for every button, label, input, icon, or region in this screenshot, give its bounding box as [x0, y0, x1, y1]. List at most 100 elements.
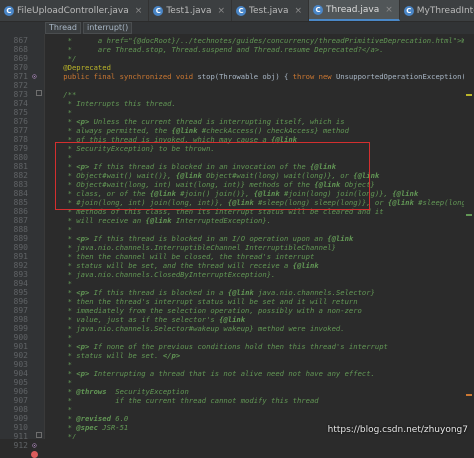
code-token: * then the channel will be closed, the t…	[46, 252, 315, 261]
code-token: <p>	[76, 288, 90, 297]
line-number: 912	[13, 441, 28, 450]
code-token: */	[46, 54, 77, 63]
scroll-marker	[466, 94, 472, 96]
code-token: {@link	[387, 198, 414, 207]
code-token: {@link	[327, 234, 354, 243]
code-token: *	[46, 117, 77, 126]
code-token: *	[46, 369, 77, 378]
tab-mythreadinterrupted-java[interactable]: CMyThreadInterrupted.java×	[400, 0, 474, 21]
code-token: @spec	[76, 423, 98, 432]
code-token: * status will be set, and the thread wil…	[46, 261, 293, 270]
code-editor[interactable]: * a href="{@docRoot}/../technotes/guides…	[46, 34, 474, 439]
code-token: JSR-51	[97, 423, 129, 432]
code-token: *	[46, 234, 77, 243]
code-token: *	[46, 423, 77, 432]
code-token: #checkAccess() checkAccess} method	[197, 126, 349, 135]
scroll-marker	[466, 394, 472, 396]
code-token: *	[46, 288, 77, 297]
code-token: <p>	[76, 369, 90, 378]
class-icon: C	[153, 5, 164, 16]
code-token: *	[46, 414, 77, 423]
class-icon: C	[313, 4, 324, 15]
code-token: UnsupportedOperationException(); }	[335, 72, 474, 81]
class-icon: C	[4, 5, 14, 16]
code-token: stop(Throwable obj)	[197, 72, 285, 81]
code-token: Interrupting a thread that is not alive …	[89, 369, 375, 378]
class-icon: C	[236, 5, 247, 16]
code-token: {@link	[392, 189, 419, 198]
close-tab-icon[interactable]: ×	[135, 6, 143, 16]
editor-scrollbar[interactable]	[464, 34, 474, 439]
close-tab-icon[interactable]: ×	[217, 6, 225, 16]
code-token: *	[46, 342, 77, 351]
code-token: *	[46, 387, 77, 396]
tab-label: Thread.java	[326, 4, 380, 15]
override-marker-icon[interactable]: ⊙	[32, 441, 37, 451]
code-token: {	[284, 72, 293, 81]
breakpoint-icon[interactable]	[31, 451, 38, 458]
code-token: * immediately from the selection operati…	[46, 306, 362, 315]
tab-test1-java[interactable]: C Test1.java ×	[149, 0, 233, 21]
code-token: @revised	[76, 414, 111, 423]
code-token: If this thread is blocked in a	[89, 288, 228, 297]
code-token: * value, just as if the selector's	[46, 315, 220, 324]
tab-test-java[interactable]: C Test.java ×	[232, 0, 310, 21]
code-token: * status will be set.	[46, 351, 163, 360]
code-token: 6.0	[110, 414, 129, 423]
code-token: public final synchronized void	[46, 72, 198, 81]
code-token: * then the thread's interrupt status wil…	[46, 297, 358, 306]
code-token: SecurityException	[106, 387, 189, 396]
breadcrumb-item-method[interactable]: interrupt()	[82, 22, 133, 34]
code-token: * Interrupts this thread.	[46, 99, 176, 108]
override-marker-icon[interactable]: ⊙	[32, 72, 37, 82]
code-token: *	[46, 225, 72, 234]
code-token: java.nio.channels.Selector}	[253, 288, 375, 297]
code-token: *	[46, 333, 72, 342]
code-token: If none of the previous conditions hold …	[89, 342, 388, 351]
watermark: https://blog.csdn.net/zhuyong7	[327, 425, 468, 435]
tab-label: Test1.java	[166, 5, 212, 16]
tab-thread-java[interactable]: C Thread.java ×	[309, 0, 400, 21]
code-token: */	[46, 432, 77, 439]
code-token: {@link	[145, 216, 172, 225]
code-token: InterruptedException}.	[171, 216, 272, 225]
code-token: {@link	[292, 261, 319, 270]
line-number-gutter[interactable]: 867 868 869 870 871 872 873 874 875 876 877 878 879 8…	[0, 34, 45, 458]
code-token: {@link	[219, 315, 246, 324]
fold-icon[interactable]	[36, 432, 42, 438]
code-token: *	[46, 108, 72, 117]
code-token: @throws	[76, 387, 107, 396]
code-token: *	[46, 405, 72, 414]
code-token: <p>	[76, 117, 90, 126]
code-token: *	[46, 360, 72, 369]
code-token: If this thread is blocked in an I/O oper…	[89, 234, 328, 243]
tab-fileuploadcontroller-java[interactable]: C FileUploadController.java ×	[0, 0, 150, 21]
code-token: <p>	[76, 234, 90, 243]
code-token: * will receive an	[46, 216, 146, 225]
code-token: Unless the current thread is interruptin…	[89, 117, 345, 126]
scroll-marker	[466, 214, 472, 216]
code-token: throw new	[292, 72, 336, 81]
breadcrumb: Thread interrupt()	[0, 22, 474, 34]
breadcrumb-item-class[interactable]: Thread	[45, 22, 81, 34]
class-icon: C	[403, 5, 414, 16]
code-token: {@link	[171, 126, 198, 135]
tab-label: FileUploadController.java	[17, 5, 129, 16]
close-tab-icon[interactable]: ×	[385, 5, 393, 15]
code-token: @Deprecated	[46, 63, 111, 72]
code-token: </p>	[162, 351, 181, 360]
code-token: {@link	[227, 288, 254, 297]
close-tab-icon[interactable]: ×	[294, 6, 302, 16]
code-token: * java.nio.channels.ClosedByInterruptExc…	[46, 270, 276, 279]
code-token: * are Thread.stop, Thread.suspend and Th…	[46, 45, 384, 54]
code-token: /**	[46, 90, 77, 99]
code-token: * always permitted, the	[46, 126, 172, 135]
code-token: * java.nio.channels.InterruptibleChannel…	[46, 243, 336, 252]
code-token: * java.nio.channels.Selector#wakeup wake…	[46, 324, 345, 333]
editor-tab-bar: C FileUploadController.java × C Test1.java × C…	[0, 0, 474, 22]
code-token: <p>	[76, 342, 90, 351]
code-token: *	[46, 279, 72, 288]
code-token: * if the current thread cannot modify th…	[46, 396, 319, 405]
fold-icon[interactable]	[36, 90, 42, 96]
tab-label: MyThreadInterrupted.java	[416, 5, 474, 16]
